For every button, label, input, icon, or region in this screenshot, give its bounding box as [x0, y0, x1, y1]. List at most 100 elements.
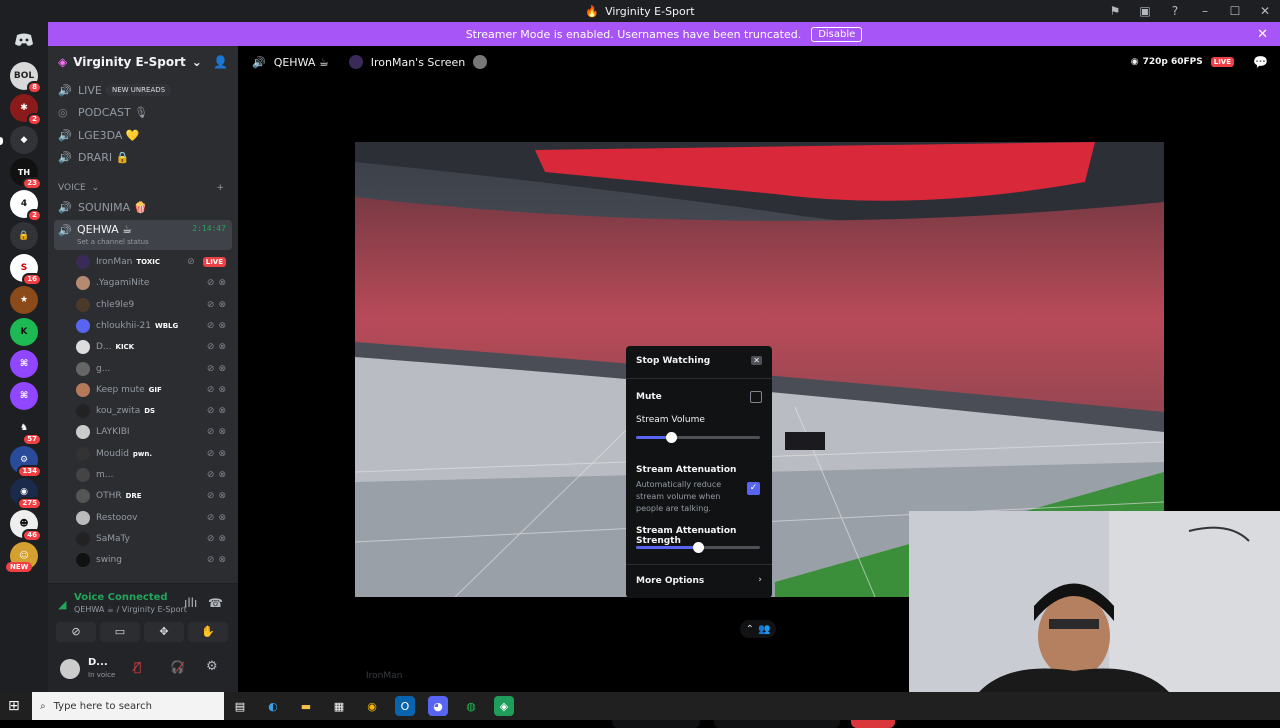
server-header[interactable]: ◈ Virginity E-Sport ⌄ 👤 [48, 46, 238, 78]
invite-icon[interactable]: 👤 [213, 55, 228, 69]
avatar [76, 276, 90, 291]
server-icon[interactable]: BOL 8 [10, 62, 42, 94]
signal-icon[interactable]: ◢ [58, 598, 66, 611]
slider-handle[interactable] [693, 542, 704, 553]
twitch-server-icon[interactable]: ⌘ [10, 350, 38, 378]
kick-server-icon[interactable]: K [10, 318, 38, 346]
disconnect-icon[interactable]: ☎ [208, 596, 223, 610]
voice-user[interactable]: chloukhii-21 WBLG ⊘ ⊗ [76, 316, 232, 336]
voice-user-name: chle9le9 [96, 299, 135, 310]
chevron-down-icon: ⌄ [191, 55, 202, 69]
screen-icon[interactable]: ▣ [1130, 4, 1160, 18]
avatar[interactable] [60, 659, 80, 679]
deafened-icon[interactable]: 🎧̸ [170, 660, 185, 674]
mic-muted-icon: ⊘ [206, 406, 215, 417]
disable-button[interactable]: Disable [811, 26, 863, 42]
soundboard-button[interactable]: ✋ [188, 622, 228, 642]
task-view-icon[interactable]: ▤ [230, 696, 250, 716]
add-channel-icon[interactable]: + [216, 183, 224, 193]
category-voice[interactable]: VOICE ⌄ + [54, 178, 232, 198]
file-explorer-icon[interactable]: ▬ [296, 696, 316, 716]
discord-taskbar-icon[interactable]: ◕ [428, 696, 448, 716]
channel-sounima[interactable]: 🔊 SOUNIMA 🍿 [54, 197, 232, 217]
server-icon[interactable]: ◆ [10, 126, 38, 154]
edge-icon[interactable]: ◐ [263, 696, 283, 716]
outlook-icon[interactable]: O [395, 696, 415, 716]
channel-podcast[interactable]: ◎ PODCAST 🎙 [54, 102, 232, 122]
help-icon[interactable]: ? [1160, 4, 1190, 18]
activities-button[interactable]: ✥ [144, 622, 184, 642]
voice-user[interactable]: m... ⊘ ⊗ [76, 465, 232, 485]
voice-state-icons: ⊘ ⊗ [207, 427, 226, 437]
voice-user[interactable]: .YagamiNite ⊘ ⊗ [76, 273, 232, 293]
voice-user[interactable]: kou_zwita DS ⊘ ⊗ [76, 401, 232, 421]
minimize-button[interactable]: – [1190, 4, 1220, 18]
attenuation-strength-slider[interactable] [636, 542, 760, 553]
server-icon[interactable]: ♞ 57 [10, 414, 42, 446]
stage-channel[interactable]: QEHWA ☕ [274, 56, 329, 69]
server-icon[interactable]: ⚙ 134 [10, 446, 42, 478]
settings-gear-icon[interactable]: ⚙ [206, 659, 218, 674]
voice-user[interactable]: SaMaTy ⊘ ⊗ [76, 529, 232, 549]
more-options-item[interactable]: More Options › [636, 575, 762, 586]
lock-icon[interactable]: 🔒 [10, 222, 38, 250]
app-icon[interactable]: ◈ [494, 696, 514, 716]
windows-start-icon[interactable]: ⊞ [8, 698, 20, 714]
store-icon[interactable]: ▦ [329, 696, 349, 716]
search-input[interactable]: Type here to search [54, 701, 152, 712]
server-icon[interactable]: ★ [10, 286, 38, 314]
voice-user[interactable]: chle9le9 ⊘ ⊗ [76, 295, 232, 315]
voice-user[interactable]: Moudid pwn. ⊘ ⊗ [76, 444, 232, 464]
screen-share-button[interactable]: ▭ [100, 622, 140, 642]
server-icon[interactable]: S 16 [10, 254, 42, 286]
spotify-icon[interactable]: ◍ [461, 696, 481, 716]
expand-participants-button[interactable]: ⌃ 👥 [740, 620, 776, 638]
divider [626, 378, 772, 379]
maximize-button[interactable]: ☐ [1220, 4, 1250, 18]
avatar [76, 318, 90, 333]
webcam-feed[interactable] [909, 511, 1280, 692]
chrome-icon[interactable]: ◉ [362, 696, 382, 716]
close-banner-icon[interactable]: ✕ [1257, 27, 1268, 42]
close-button[interactable]: ✕ [1250, 4, 1280, 18]
voice-user[interactable]: Keep mute GIF ⊘ ⊗ [76, 380, 232, 400]
voice-location[interactable]: QEHWA ☕ / Virginity E-Sport [74, 605, 187, 614]
voice-state-icons: ⊘ ⊗ [207, 385, 226, 395]
channel-qehwa-selected[interactable]: 🔊 QEHWA ☕ 2:14:47 Set a channel status [54, 220, 232, 250]
stop-watching-item[interactable]: Stop Watching ✕ [636, 356, 762, 366]
server-icon[interactable]: ◉ 275 [10, 478, 42, 510]
channel-drari[interactable]: 🔊 DRARI 🔒 [54, 147, 232, 167]
server-icon[interactable]: ✱ 2 [10, 94, 42, 126]
deafened-icon: ⊗ [218, 470, 226, 480]
slider-handle[interactable] [665, 432, 677, 443]
new-unreads-pill[interactable]: NEW UNREADS [106, 84, 172, 96]
channel-lge3da[interactable]: 🔊 LGE3DA 💛 [54, 125, 232, 145]
discord-home-icon[interactable] [10, 26, 38, 54]
stream-attenuation-label: Stream Attenuation [636, 465, 737, 475]
voice-user[interactable]: swing ⊘ ⊗ [76, 550, 232, 570]
noise-suppression-icon[interactable]: ıllı [184, 596, 197, 610]
mute-checkbox[interactable] [750, 391, 762, 403]
channel-status[interactable]: Set a channel status [77, 238, 149, 246]
channel-live[interactable]: 🔊 LIVE C NEW UNREADS [54, 80, 232, 100]
mute-item[interactable]: Mute [636, 391, 762, 403]
stream-attenuation-description: Automatically reduce stream volume when … [636, 480, 722, 513]
voice-user[interactable]: LAYKIBI ⊘ ⊗ [76, 422, 232, 442]
chat-icon[interactable]: 💬 [1253, 55, 1268, 69]
inbox-icon[interactable]: ⚑ [1100, 4, 1130, 18]
voice-user[interactable]: Restooov ⊘ ⊗ [76, 508, 232, 528]
voice-user-name: Moudid [96, 448, 129, 459]
attenuation-checkbox[interactable]: ✓ [747, 482, 760, 495]
voice-user[interactable]: g... ⊘ ⊗ [76, 359, 232, 379]
server-icon[interactable]: ☻ 46 [10, 510, 42, 542]
mic-muted-icon[interactable]: 🎙̸ [134, 660, 141, 674]
twitch-server-icon[interactable]: ⌘ [10, 382, 38, 410]
server-icon[interactable]: 42 [10, 190, 42, 222]
camera-off-button[interactable]: ⊘ [56, 622, 96, 642]
taskbar-search[interactable]: ⌕ Type here to search [32, 692, 224, 720]
voice-user[interactable]: OTHR DRE ⊘ ⊗ [76, 486, 232, 506]
voice-user[interactable]: D... KICK ⊘ ⊗ [76, 337, 232, 357]
stream-volume-slider[interactable] [636, 432, 760, 443]
server-icon[interactable]: TH 23 [10, 158, 42, 190]
voice-user[interactable]: IronMan TOXIC ⊘ LIVE [76, 252, 232, 272]
